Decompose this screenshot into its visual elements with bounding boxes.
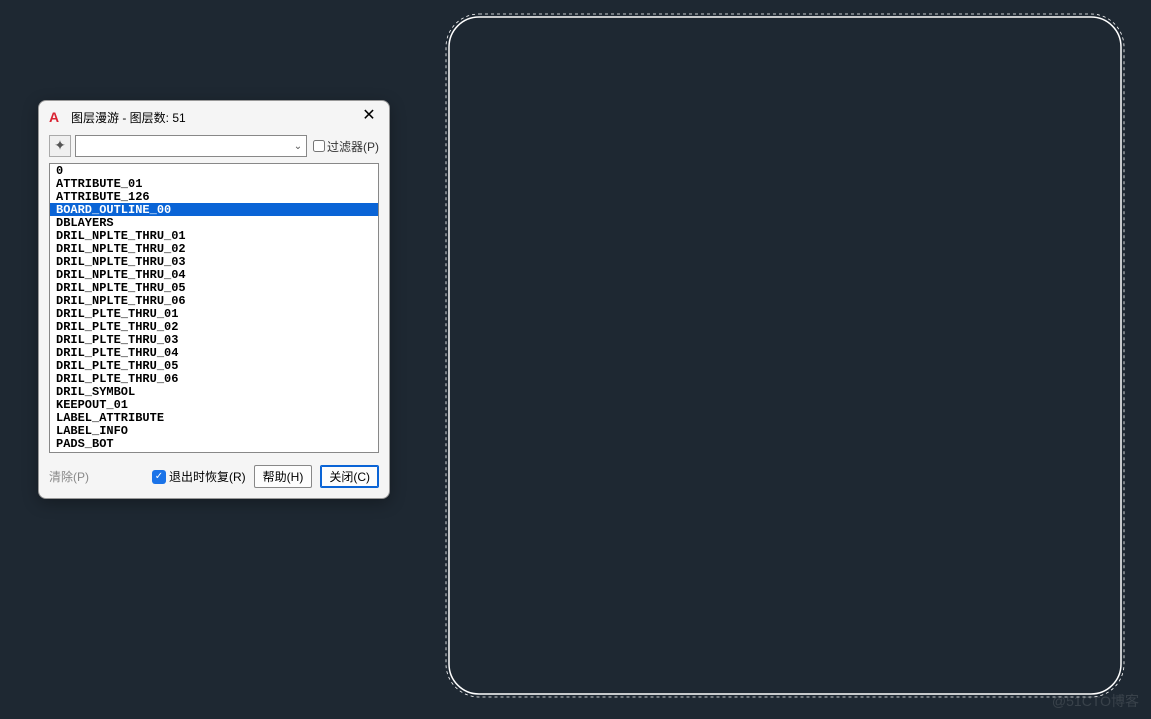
list-item[interactable]: DRIL_PLTE_THRU_04	[50, 346, 378, 359]
list-item[interactable]: DRIL_NPLTE_THRU_02	[50, 242, 378, 255]
list-item[interactable]: LABEL_INFO	[50, 424, 378, 437]
list-item[interactable]: ATTRIBUTE_01	[50, 177, 378, 190]
list-item[interactable]: 0	[50, 164, 378, 177]
layer-walk-dialog: A 图层漫游 - 图层数: 51 ✕ ✦ ⌄ 过滤器(P) 0ATTRIBUTE…	[38, 100, 390, 499]
list-item[interactable]: DRIL_PLTE_THRU_06	[50, 372, 378, 385]
watermark: @51CTO博客	[1052, 691, 1139, 711]
chevron-down-icon[interactable]: ⌄	[290, 141, 306, 152]
list-item[interactable]: DRIL_NPLTE_THRU_03	[50, 255, 378, 268]
list-item[interactable]: DRIL_NPLTE_THRU_01	[50, 229, 378, 242]
list-item[interactable]: DRIL_PLTE_THRU_05	[50, 359, 378, 372]
filter-checkbox[interactable]: 过滤器(P)	[313, 138, 379, 155]
help-button[interactable]: 帮助(H)	[254, 465, 313, 488]
layer-filter-input[interactable]	[76, 139, 290, 153]
dialog-toolbar: ✦ ⌄ 过滤器(P)	[39, 131, 389, 161]
list-item[interactable]: DRIL_SYMBOL	[50, 385, 378, 398]
layer-filter-combo[interactable]: ⌄	[75, 135, 307, 157]
list-item[interactable]: DBLAYERS	[50, 216, 378, 229]
dialog-title: 图层漫游 - 图层数: 51	[71, 109, 359, 126]
dialog-bottombar: 清除(P) ✓ 退出时恢复(R) 帮助(H) 关闭(C)	[39, 459, 389, 498]
list-item[interactable]: KEEPOUT_01	[50, 398, 378, 411]
restore-label: 退出时恢复(R)	[169, 468, 246, 485]
list-item[interactable]: DRIL_PLTE_THRU_02	[50, 320, 378, 333]
list-item[interactable]: DRIL_NPLTE_THRU_06	[50, 294, 378, 307]
list-item[interactable]: LABEL_ATTRIBUTE	[50, 411, 378, 424]
autocad-icon: A	[49, 109, 65, 125]
list-item[interactable]: BOARD_OUTLINE_00	[50, 203, 378, 216]
list-item[interactable]: DRIL_NPLTE_THRU_04	[50, 268, 378, 281]
restore-checkbox[interactable]: ✓ 退出时恢复(R)	[152, 468, 246, 485]
dialog-titlebar[interactable]: A 图层漫游 - 图层数: 51 ✕	[39, 101, 389, 131]
list-item[interactable]: ATTRIBUTE_126	[50, 190, 378, 203]
list-item[interactable]: PADS_BOT	[50, 437, 378, 450]
filter-label: 过滤器(P)	[327, 138, 379, 155]
list-item[interactable]: DRIL_PLTE_THRU_01	[50, 307, 378, 320]
add-button[interactable]: ✦	[49, 135, 71, 157]
board-outline-canvas	[445, 13, 1125, 698]
filter-checkbox-input[interactable]	[313, 140, 325, 152]
close-button[interactable]: 关闭(C)	[320, 465, 379, 488]
clear-button[interactable]: 清除(P)	[49, 468, 89, 485]
layer-listbox[interactable]: 0ATTRIBUTE_01ATTRIBUTE_126BOARD_OUTLINE_…	[49, 163, 379, 453]
list-item[interactable]: DRIL_NPLTE_THRU_05	[50, 281, 378, 294]
list-item[interactable]: PADS_INNER	[50, 450, 378, 453]
close-icon[interactable]: ✕	[359, 107, 379, 127]
checkbox-checked-icon: ✓	[152, 470, 166, 484]
list-item[interactable]: DRIL_PLTE_THRU_03	[50, 333, 378, 346]
